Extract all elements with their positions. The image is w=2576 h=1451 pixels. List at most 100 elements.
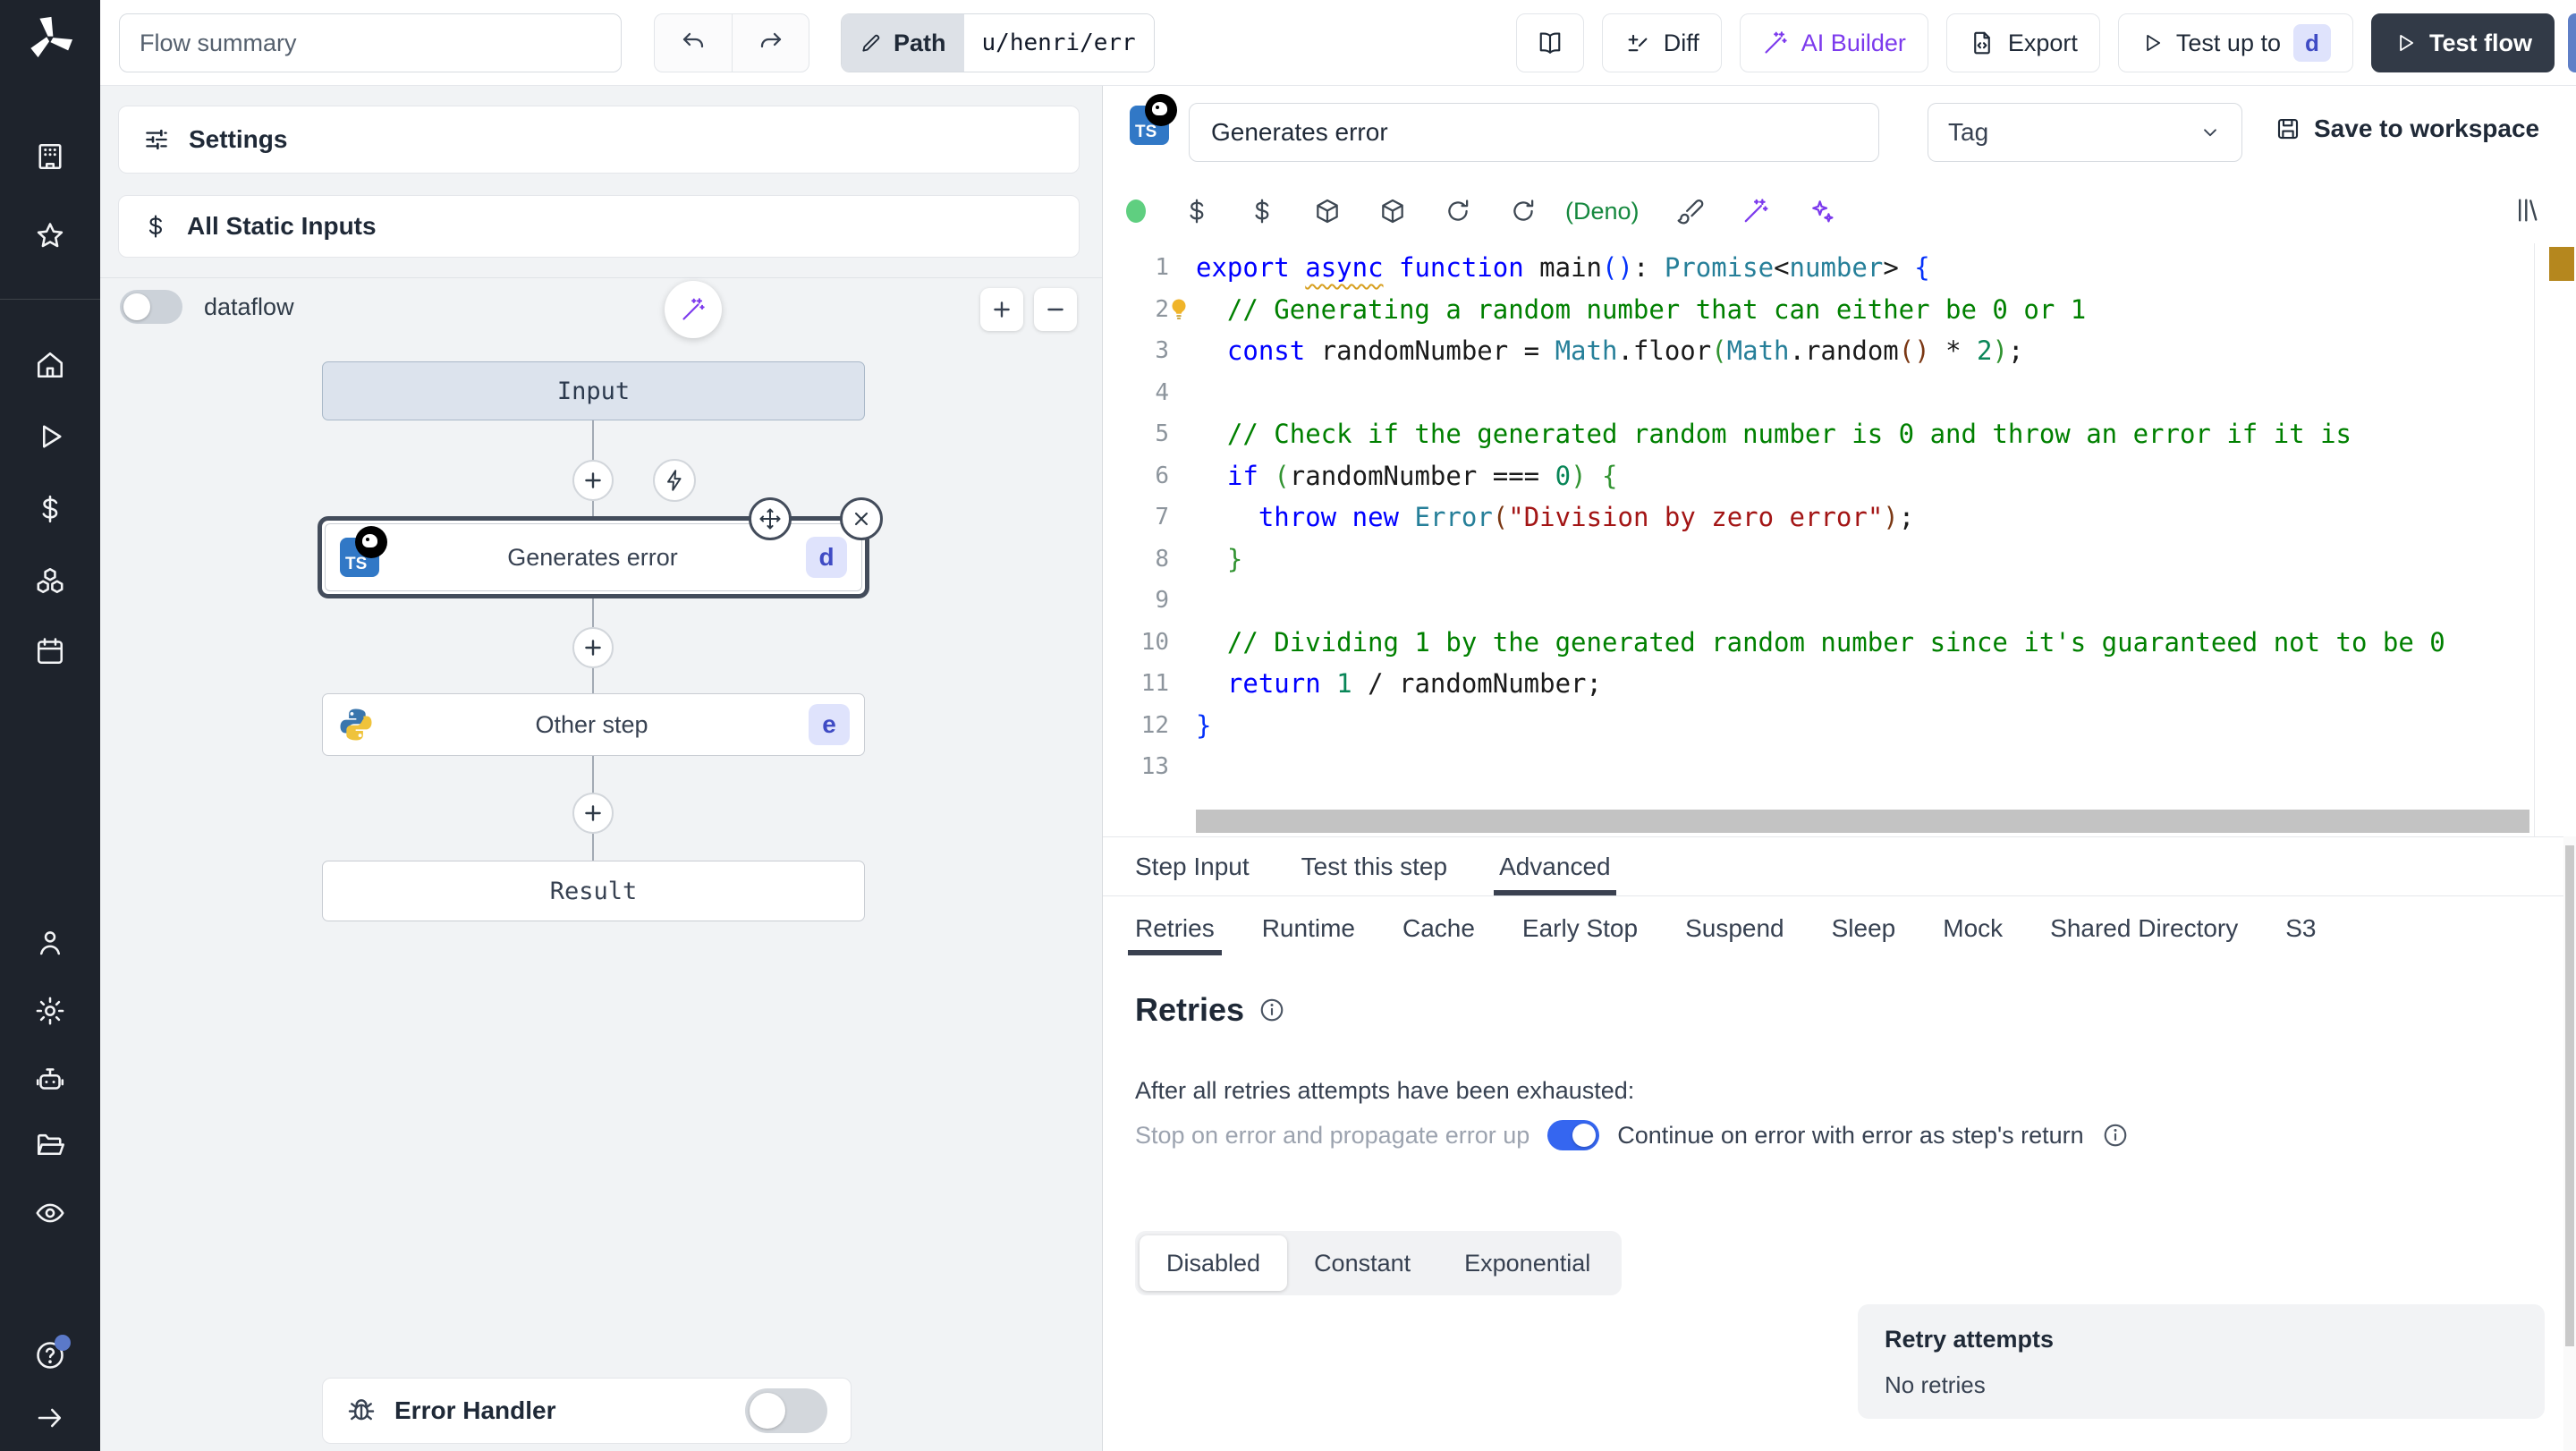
all-static-inputs-card[interactable]: All Static Inputs xyxy=(118,195,1080,258)
subtab-suspend[interactable]: Suspend xyxy=(1685,896,1784,961)
dollar-icon xyxy=(142,213,169,240)
code-line: 5 // Check if the generated random numbe… xyxy=(1103,413,2535,455)
refresh-button[interactable] xyxy=(1509,197,1538,225)
status-dot xyxy=(1126,199,1146,223)
trigger-button[interactable] xyxy=(653,459,696,502)
export-button[interactable]: Export xyxy=(1945,13,2100,72)
step-name-input[interactable] xyxy=(1189,103,1879,162)
zoom-out-button[interactable] xyxy=(1034,288,1077,331)
flow-node-other-step[interactable]: Other step e xyxy=(322,693,865,756)
windmill-logo-icon[interactable] xyxy=(0,13,100,64)
edge-button-partial[interactable] xyxy=(2568,13,2576,72)
flow-path-chip[interactable]: Path u/henri/err xyxy=(841,13,1155,72)
undo-icon xyxy=(679,29,708,57)
bolt-icon xyxy=(662,468,687,493)
retry-mode-disabled[interactable]: Disabled xyxy=(1140,1235,1288,1291)
undo-redo-group xyxy=(654,13,809,72)
line-number: 13 xyxy=(1140,753,1169,780)
undo-button[interactable] xyxy=(655,14,732,72)
flow-node-generates-error[interactable]: TS Generates error d xyxy=(318,497,883,598)
save-to-workspace-button[interactable]: Save to workspace xyxy=(2275,115,2539,143)
tab-test-this-step[interactable]: Test this step xyxy=(1301,837,1447,895)
move-step-button[interactable] xyxy=(749,497,792,540)
deno-icon xyxy=(355,526,387,558)
horizontal-scrollbar[interactable] xyxy=(1196,810,2529,833)
add-step-button[interactable] xyxy=(572,793,614,834)
redo-button[interactable] xyxy=(732,14,809,72)
subtab-cache[interactable]: Cache xyxy=(1402,896,1475,961)
info-icon[interactable] xyxy=(1258,997,1285,1023)
sidebar-item-home[interactable] xyxy=(0,349,100,381)
delete-step-button[interactable] xyxy=(840,497,883,540)
subtab-shared-directory[interactable]: Shared Directory xyxy=(2050,896,2238,961)
vertical-scrollbar[interactable] xyxy=(2563,836,2576,1451)
sidebar-item-help[interactable] xyxy=(0,1335,100,1371)
sidebar-item-cubes[interactable] xyxy=(0,564,100,597)
ai-builder-label: AI Builder xyxy=(1801,29,1906,56)
ai-flow-wand-button[interactable] xyxy=(665,281,722,338)
library-icon[interactable] xyxy=(2512,195,2542,225)
package-button[interactable] xyxy=(1378,197,1407,225)
sidebar-item-gear[interactable] xyxy=(0,995,100,1027)
pencil-icon xyxy=(860,31,883,55)
subtab-mock[interactable]: Mock xyxy=(1943,896,2003,961)
sidebar-item-arrow-right[interactable] xyxy=(0,1402,100,1434)
sidebar-item-building[interactable] xyxy=(0,140,100,173)
dollar-button[interactable] xyxy=(1182,197,1211,225)
play-icon xyxy=(2140,31,2164,55)
brush-button[interactable] xyxy=(1676,197,1705,225)
subtab-sleep[interactable]: Sleep xyxy=(1832,896,1896,961)
error-behavior-toggle[interactable] xyxy=(1547,1120,1600,1150)
package-button[interactable] xyxy=(1313,197,1342,225)
sidebar-item-folder[interactable] xyxy=(0,1129,100,1161)
app-sidebar xyxy=(0,0,100,1451)
dataflow-toggle[interactable] xyxy=(120,290,182,324)
tab-advanced[interactable]: Advanced xyxy=(1494,837,1616,895)
save-label: Save to workspace xyxy=(2314,115,2540,142)
info-icon[interactable] xyxy=(2102,1122,2129,1149)
lightbulb-icon[interactable] xyxy=(1165,296,1192,323)
wand-button[interactable] xyxy=(1741,197,1770,225)
sparkles-button[interactable] xyxy=(1807,197,1835,225)
refresh-button[interactable] xyxy=(1444,197,1472,225)
add-step-button[interactable] xyxy=(572,460,614,501)
add-step-button[interactable] xyxy=(572,627,614,668)
flow-summary-input[interactable] xyxy=(119,13,622,72)
tag-select[interactable]: Tag xyxy=(1928,103,2242,162)
folder-icon xyxy=(34,1129,66,1161)
sidebar-item-dollar[interactable] xyxy=(0,493,100,525)
test-up-to-button[interactable]: Test up to d xyxy=(2117,13,2353,72)
sidebar-item-robot[interactable] xyxy=(0,1063,100,1095)
error-handler-toggle[interactable] xyxy=(745,1388,827,1433)
zoom-in-button[interactable] xyxy=(980,288,1023,331)
retry-mode-constant[interactable]: Constant xyxy=(1287,1235,1437,1291)
subtab-retries[interactable]: Retries xyxy=(1128,896,1222,961)
test-flow-button[interactable]: Test flow xyxy=(2370,13,2555,72)
flow-node-input[interactable]: Input xyxy=(322,361,865,420)
tab-step-input[interactable]: Step Input xyxy=(1135,837,1250,895)
close-icon xyxy=(850,507,873,530)
sidebar-item-person[interactable] xyxy=(0,927,100,959)
code-editor[interactable]: 1 export async function main(): Promise<n… xyxy=(1103,243,2576,836)
subtab-runtime[interactable]: Runtime xyxy=(1262,896,1355,961)
sidebar-item-star[interactable] xyxy=(0,220,100,252)
dollar-button[interactable] xyxy=(1248,197,1276,225)
flow-settings-card[interactable]: Settings xyxy=(118,106,1080,174)
code-line: 9 xyxy=(1103,580,2535,622)
gear-icon xyxy=(34,995,66,1027)
arrow-right-icon xyxy=(34,1402,66,1434)
deno-runtime-label: (Deno) xyxy=(1565,197,1640,225)
sidebar-item-play[interactable] xyxy=(0,420,100,453)
diff-button[interactable]: Diff xyxy=(1601,13,1722,72)
ai-builder-button[interactable]: AI Builder xyxy=(1739,13,1928,72)
sidebar-item-calendar[interactable] xyxy=(0,635,100,667)
flow-node-result[interactable]: Result xyxy=(322,861,865,921)
subtab-early-stop[interactable]: Early Stop xyxy=(1522,896,1638,961)
retry-mode-exponential[interactable]: Exponential xyxy=(1437,1235,1617,1291)
error-handler-card[interactable]: Error Handler xyxy=(322,1378,852,1444)
code-line: 6 if (randomNumber === 0) { xyxy=(1103,455,2535,497)
deno-icon xyxy=(1145,94,1177,126)
sidebar-item-eye[interactable] xyxy=(0,1197,100,1229)
subtab-s3[interactable]: S3 xyxy=(2285,896,2316,961)
docs-button[interactable] xyxy=(1515,13,1584,72)
